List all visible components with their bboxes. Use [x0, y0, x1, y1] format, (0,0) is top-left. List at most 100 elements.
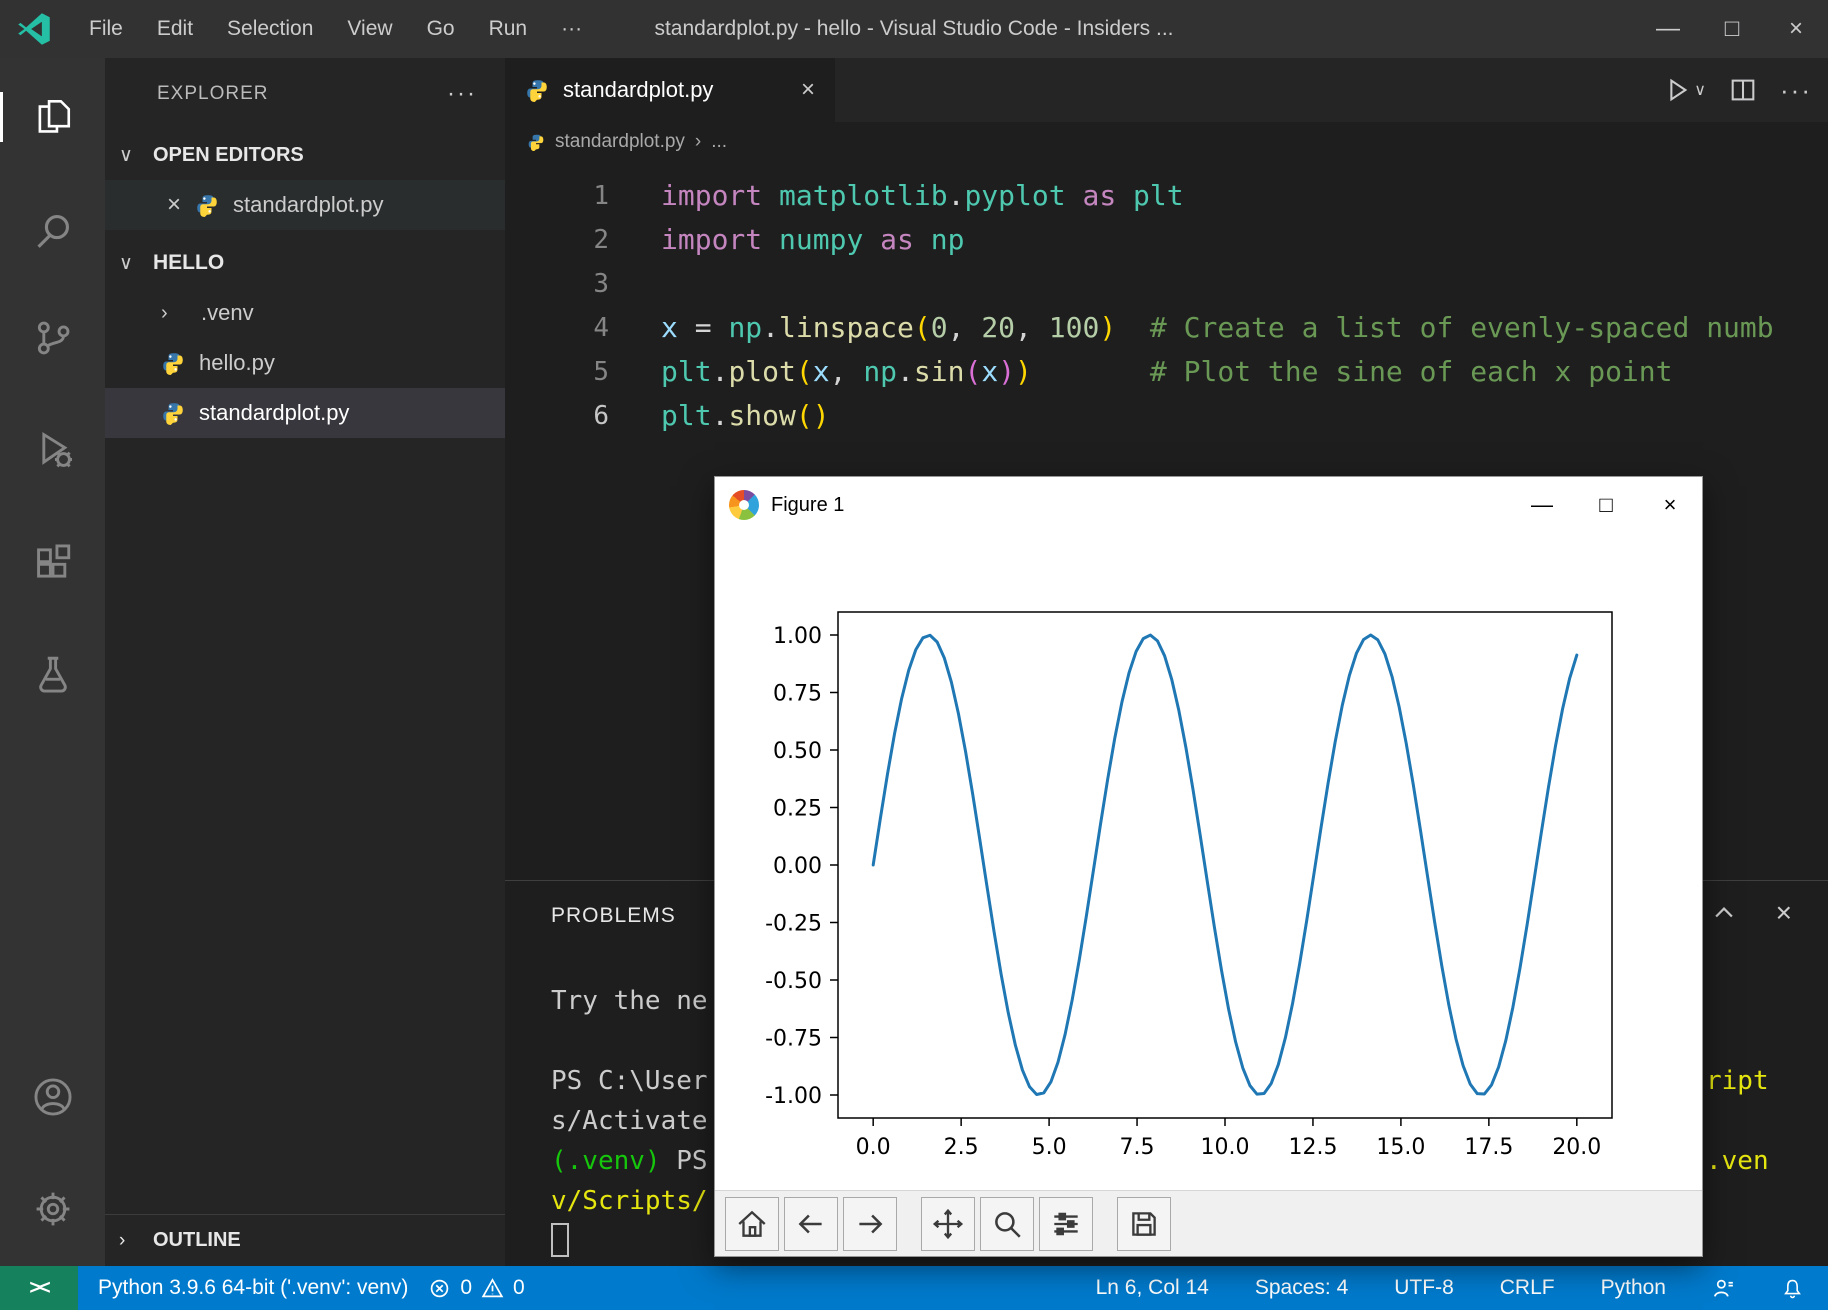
feedback-button[interactable] — [1712, 1277, 1735, 1300]
configure-subplots-button[interactable] — [1039, 1197, 1093, 1251]
svg-text:0.75: 0.75 — [773, 682, 822, 707]
vscode-logo-icon — [16, 11, 52, 47]
svg-text:15.0: 15.0 — [1376, 1135, 1425, 1160]
window-title: standardplot.py - hello - Visual Studio … — [654, 17, 1173, 41]
cursor-position-status[interactable]: Ln 6, Col 14 — [1096, 1276, 1209, 1300]
code-text: import numpy as np — [661, 218, 964, 262]
window-maximize-button[interactable]: □ — [1700, 0, 1764, 58]
tab-close-icon[interactable]: × — [801, 78, 815, 102]
tab-standardplot-py[interactable]: standardplot.py × — [505, 58, 835, 122]
open-editors-header[interactable]: ∨ OPEN EDITORS — [105, 130, 505, 180]
feedback-person-icon — [1712, 1277, 1735, 1300]
tree-item-label: hello.py — [199, 350, 275, 376]
outline-section-header[interactable]: › OUTLINE — [105, 1214, 505, 1266]
menu-file[interactable]: File — [72, 17, 140, 41]
bell-icon — [1781, 1277, 1804, 1300]
remote-indicator[interactable]: >< — [0, 1266, 78, 1310]
folder-hello-header[interactable]: ∨ HELLO — [105, 238, 505, 288]
status-bar: >< Python 3.9.6 64-bit ('.venv': venv) 0… — [0, 1266, 1828, 1310]
back-button[interactable] — [784, 1197, 838, 1251]
menu-run[interactable]: Run — [472, 17, 545, 41]
title-bar: File Edit Selection View Go Run ··· stan… — [0, 0, 1828, 58]
terminal-text-fragment: ript — [1706, 1061, 1769, 1101]
accounts-icon[interactable] — [0, 1068, 105, 1126]
explorer-icon[interactable] — [0, 88, 105, 146]
matplotlib-figure-window[interactable]: Figure 1 — □ × 0.02.55.07.510.012.515.01… — [714, 476, 1703, 1257]
menu-view[interactable]: View — [330, 17, 409, 41]
sidebar-more-actions[interactable]: ··· — [447, 80, 477, 108]
indentation-status[interactable]: Spaces: 4 — [1255, 1276, 1348, 1300]
python-file-icon — [161, 401, 185, 425]
open-editor-standardplot[interactable]: × standardplot.py — [105, 180, 505, 230]
python-file-icon — [525, 78, 549, 102]
explorer-sidebar: EXPLORER ··· ∨ OPEN EDITORS × standardpl… — [105, 58, 505, 1266]
svg-text:-0.75: -0.75 — [765, 1027, 822, 1052]
menu-more[interactable]: ··· — [544, 17, 599, 41]
home-button[interactable] — [725, 1197, 779, 1251]
eol-status[interactable]: CRLF — [1500, 1276, 1555, 1300]
python-file-icon — [527, 133, 545, 151]
encoding-status[interactable]: UTF-8 — [1394, 1276, 1454, 1300]
close-editor-icon[interactable]: × — [167, 193, 181, 217]
error-count: 0 — [460, 1276, 472, 1300]
menu-edit[interactable]: Edit — [140, 17, 210, 41]
menu-bar: File Edit Selection View Go Run ··· — [72, 17, 599, 41]
extensions-icon[interactable] — [0, 534, 105, 592]
svg-text:-0.25: -0.25 — [765, 912, 822, 937]
breadcrumb[interactable]: standardplot.py › ... — [505, 122, 1828, 162]
tree-item-hello-py[interactable]: hello.py — [105, 338, 505, 388]
run-python-file-button[interactable]: ∨ — [1662, 75, 1706, 105]
chevron-down-icon: ∨ — [119, 252, 153, 275]
breadcrumb-file[interactable]: standardplot.py — [555, 131, 685, 153]
code-line[interactable]: 2import numpy as np — [505, 218, 1828, 262]
tree-item-venv[interactable]: › .venv — [105, 288, 505, 338]
code-text: plt.plot(x, np.sin(x)) # Plot the sine o… — [661, 350, 1673, 394]
figure-maximize-button[interactable]: □ — [1574, 477, 1638, 533]
search-icon[interactable] — [0, 202, 105, 260]
figure-minimize-button[interactable]: — — [1510, 477, 1574, 533]
editor-more-actions[interactable]: ··· — [1780, 75, 1812, 106]
panel-tab-problems[interactable]: PROBLEMS — [551, 904, 676, 928]
tree-item-label: .venv — [201, 300, 254, 326]
python-file-icon — [161, 351, 185, 375]
svg-text:1.00: 1.00 — [773, 624, 822, 649]
code-text: plt.show() — [661, 394, 830, 438]
split-editor-icon[interactable] — [1728, 75, 1758, 105]
code-line[interactable]: 5plt.plot(x, np.sin(x)) # Plot the sine … — [505, 350, 1828, 394]
breadcrumb-separator: › — [695, 131, 701, 153]
panel-maximize-chevron-icon[interactable] — [1710, 899, 1738, 927]
menu-go[interactable]: Go — [410, 17, 472, 41]
figure-title-bar[interactable]: Figure 1 — □ × — [715, 477, 1702, 533]
zoom-button[interactable] — [980, 1197, 1034, 1251]
code-line[interactable]: 4x = np.linspace(0, 20, 100) # Create a … — [505, 306, 1828, 350]
svg-text:0.00: 0.00 — [773, 854, 822, 879]
run-dropdown-chevron-icon[interactable]: ∨ — [1694, 80, 1706, 100]
code-editor[interactable]: 1import matplotlib.pyplot as plt2import … — [505, 162, 1828, 438]
code-line[interactable]: 1import matplotlib.pyplot as plt — [505, 174, 1828, 218]
terminal-cursor — [551, 1223, 569, 1257]
svg-text:17.5: 17.5 — [1464, 1135, 1513, 1160]
panel-close-icon[interactable]: × — [1776, 901, 1792, 925]
source-control-icon[interactable] — [0, 309, 105, 367]
save-button[interactable] — [1117, 1197, 1171, 1251]
settings-gear-icon[interactable] — [0, 1180, 105, 1238]
python-interpreter-status[interactable]: Python 3.9.6 64-bit ('.venv': venv) — [98, 1276, 408, 1300]
window-close-button[interactable]: × — [1764, 0, 1828, 58]
testing-icon[interactable] — [0, 645, 105, 703]
sidebar-title: EXPLORER — [157, 83, 447, 105]
figure-close-button[interactable]: × — [1638, 477, 1702, 533]
tree-item-standardplot-py[interactable]: standardplot.py — [105, 388, 505, 438]
notifications-bell-button[interactable] — [1781, 1277, 1804, 1300]
code-line[interactable]: 6plt.show() — [505, 394, 1828, 438]
svg-text:7.5: 7.5 — [1120, 1135, 1155, 1160]
forward-button[interactable] — [843, 1197, 897, 1251]
language-mode-status[interactable]: Python — [1601, 1276, 1666, 1300]
problems-status[interactable]: 0 0 — [428, 1276, 524, 1300]
run-debug-icon[interactable] — [0, 420, 105, 478]
breadcrumb-more[interactable]: ... — [711, 131, 727, 153]
window-minimize-button[interactable]: — — [1636, 0, 1700, 58]
plot-canvas: 0.02.55.07.510.012.515.017.520.0-1.00-0.… — [715, 533, 1702, 1192]
code-line[interactable]: 3 — [505, 262, 1828, 306]
pan-button[interactable] — [921, 1197, 975, 1251]
menu-selection[interactable]: Selection — [210, 17, 330, 41]
